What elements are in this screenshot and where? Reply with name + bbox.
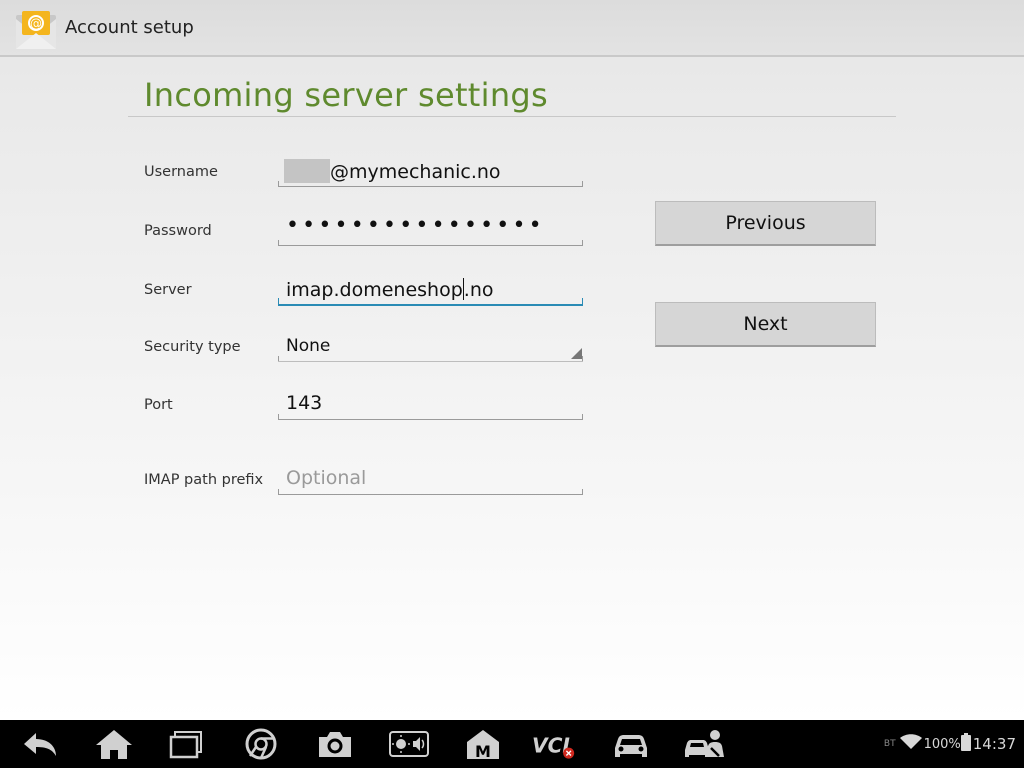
car-icon[interactable] (609, 726, 653, 762)
server-value-part1: imap.domeneshop (286, 279, 463, 301)
clock: 14:37 (972, 735, 1016, 753)
security-type-label: Security type (144, 339, 241, 355)
recent-apps-icon[interactable] (165, 726, 209, 762)
imap-prefix-label: IMAP path prefix (144, 472, 264, 488)
password-field[interactable]: •••••••••••••••• (278, 213, 583, 246)
back-icon[interactable] (18, 726, 62, 762)
status-area: BT 100% 14:37 (884, 720, 1016, 768)
svg-text:M: M (475, 742, 491, 761)
svg-text:@: @ (30, 17, 42, 31)
port-field[interactable]: 143 (278, 390, 583, 420)
username-label: Username (144, 164, 218, 180)
camera-icon[interactable] (313, 726, 357, 762)
server-label: Server (144, 282, 192, 298)
email-at-icon[interactable]: @ (14, 9, 58, 51)
navigation-bar: M VCI BT 100% 14:37 (0, 720, 1024, 768)
imap-prefix-field[interactable]: Optional (278, 465, 583, 495)
action-bar: @ Account setup (0, 0, 1024, 57)
autel-home-icon[interactable]: M (461, 726, 505, 762)
vci-icon[interactable]: VCI (532, 726, 576, 762)
password-label: Password (144, 223, 212, 239)
security-type-value: None (286, 336, 331, 356)
previous-button[interactable]: Previous (655, 201, 876, 246)
username-value: @mymechanic.no (330, 161, 501, 183)
port-value: 143 (286, 392, 323, 414)
server-value-part2: .no (463, 279, 494, 301)
wifi-icon (899, 734, 922, 754)
next-button[interactable]: Next (655, 302, 876, 347)
security-type-spinner[interactable]: None (278, 332, 583, 362)
page-title: Incoming server settings (144, 76, 548, 114)
app-title: Account setup (65, 17, 194, 38)
imap-prefix-placeholder: Optional (286, 467, 367, 489)
brightness-volume-icon[interactable] (387, 726, 431, 762)
password-value: •••••••••••••••• (286, 213, 545, 238)
redacted-block (284, 159, 330, 183)
battery-percent: 100% (923, 736, 961, 752)
battery-icon (960, 733, 971, 755)
car-service-icon[interactable] (683, 726, 727, 762)
username-field[interactable]: @mymechanic.no (278, 157, 583, 187)
chrome-icon[interactable] (239, 726, 283, 762)
dropdown-arrow-icon (571, 348, 582, 359)
home-icon[interactable] (92, 726, 136, 762)
heading-divider (128, 116, 896, 117)
bluetooth-status: BT (883, 739, 896, 749)
server-field[interactable]: imap.domeneshop.no (278, 276, 583, 306)
port-label: Port (144, 397, 173, 413)
